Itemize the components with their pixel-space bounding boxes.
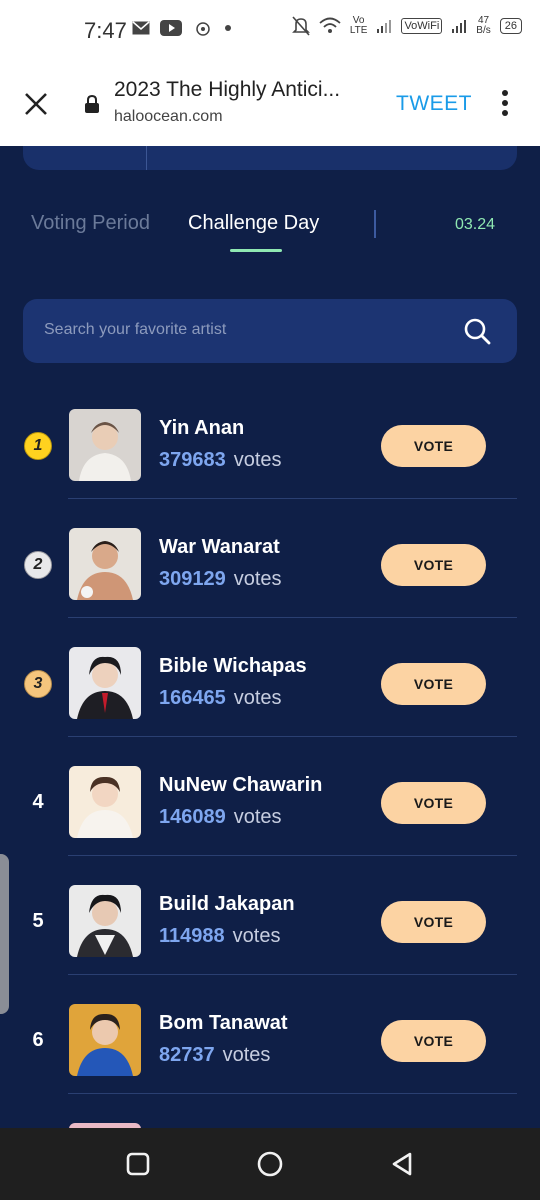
- avatar: [69, 1004, 141, 1076]
- volte-label: Vo LTE: [349, 15, 368, 36]
- artist-name: War Wanarat: [159, 536, 280, 558]
- signal-icon: [377, 20, 392, 33]
- vote-count: 379683 votes: [159, 449, 282, 472]
- page-url: haloocean.com: [114, 108, 223, 125]
- vote-number: 114988: [159, 925, 225, 947]
- vowifi-badge: VoWiFi: [401, 18, 443, 34]
- vote-count: 82737 votes: [159, 1044, 270, 1067]
- vote-count: 166465 votes: [159, 687, 282, 710]
- rank-number: 5: [32, 910, 44, 932]
- vote-number: 166465: [159, 687, 226, 709]
- battery-indicator: 26: [499, 18, 522, 34]
- youtube-icon: [160, 20, 182, 36]
- divider: [68, 1093, 517, 1094]
- votes-word: votes: [233, 449, 282, 471]
- votes-word: votes: [233, 568, 282, 590]
- artist-name: NuNew Chawarin: [159, 774, 323, 796]
- rank-number: 4: [32, 791, 44, 813]
- vote-button[interactable]: VOTE: [381, 544, 486, 586]
- divider: [68, 617, 517, 618]
- list-item: 1 Yin Anan 379683 votes VOTE: [0, 394, 540, 513]
- browser-toolbar: 2023 The Highly Antici... haloocean.com …: [0, 62, 540, 146]
- edge-panel-handle[interactable]: [0, 854, 9, 1014]
- list-item: 2 War Wanarat 309129 votes VOTE: [0, 513, 540, 632]
- search-icon[interactable]: [463, 317, 491, 345]
- wifi-icon: [319, 17, 341, 33]
- tab-challenge-day[interactable]: Challenge Day: [188, 212, 319, 235]
- artist-name: Bible Wichapas: [159, 655, 307, 677]
- lock-icon: [85, 94, 99, 113]
- avatar: [69, 766, 141, 838]
- avatar: [69, 885, 141, 957]
- vote-button[interactable]: VOTE: [381, 901, 486, 943]
- artist-name: Bom Tanawat: [159, 1012, 288, 1034]
- page-title: 2023 The Highly Antici...: [114, 78, 341, 101]
- artist-name: Build Jakapan: [159, 893, 295, 915]
- rank-number: 6: [32, 1029, 44, 1051]
- clock: 7:47: [84, 18, 127, 43]
- vote-button[interactable]: VOTE: [381, 782, 486, 824]
- vote-number: 146089: [159, 806, 226, 828]
- tweet-button[interactable]: TWEET: [396, 92, 472, 116]
- notification-icons: [132, 20, 232, 36]
- votes-word: votes: [233, 806, 282, 828]
- avatar: [69, 647, 141, 719]
- rank-badge-gold: 1: [24, 432, 52, 460]
- list-item: 3 Bible Wichapas 166465 votes VOTE: [0, 632, 540, 751]
- mute-icon: [291, 16, 310, 36]
- mail-icon: [132, 21, 150, 35]
- vote-number: 379683: [159, 449, 226, 471]
- vote-count: 309129 votes: [159, 568, 282, 591]
- rank-badge-silver: 2: [24, 551, 52, 579]
- vote-count: 114988 votes: [159, 925, 280, 948]
- list-item: 4 NuNew Chawarin 146089 votes VOTE: [0, 751, 540, 870]
- votes-word: votes: [233, 687, 282, 709]
- recents-icon[interactable]: [124, 1150, 152, 1178]
- status-bar: 7:47 Vo LTE VoWiFi 47 B/s 26: [0, 0, 540, 62]
- back-icon[interactable]: [388, 1150, 416, 1178]
- avatar: [69, 409, 141, 481]
- active-tab-indicator: [230, 249, 282, 252]
- rank-badge-bronze: 3: [24, 670, 52, 698]
- votes-word: votes: [232, 925, 281, 947]
- vote-button[interactable]: VOTE: [381, 425, 486, 467]
- divider: [68, 498, 517, 499]
- avatar: [69, 528, 141, 600]
- search-input[interactable]: Search your favorite artist: [23, 299, 517, 363]
- home-icon[interactable]: [256, 1150, 284, 1178]
- system-icons: Vo LTE VoWiFi 47 B/s 26: [291, 15, 522, 36]
- divider: [68, 736, 517, 737]
- tab-divider: [374, 210, 376, 238]
- vote-number: 309129: [159, 568, 226, 590]
- more-options-icon[interactable]: [500, 90, 510, 120]
- app-icon: [196, 22, 210, 36]
- speed-unit: B/s: [476, 25, 491, 36]
- system-nav-bar: [0, 1128, 540, 1200]
- list-item: 5 Build Jakapan 114988 votes VOTE: [0, 870, 540, 989]
- vote-number: 82737: [159, 1044, 215, 1066]
- signal-icon-2: [452, 20, 467, 33]
- search-placeholder: Search your favorite artist: [44, 321, 227, 338]
- vote-button[interactable]: VOTE: [381, 1020, 486, 1062]
- banner-card: [23, 146, 517, 170]
- artist-ranking-list: 1 Yin Anan 379683 votes VOTE 2 War Wanara…: [0, 394, 540, 1128]
- challenge-date: 03.24: [455, 216, 496, 233]
- close-icon[interactable]: [22, 90, 50, 118]
- artist-name: Yin Anan: [159, 417, 245, 439]
- page-content: Voting Period Challenge Day 03.24 Search…: [0, 146, 540, 1128]
- tab-voting-period[interactable]: Voting Period: [31, 212, 150, 235]
- period-tabs: Voting Period Challenge Day 03.24: [0, 210, 540, 256]
- votes-word: votes: [222, 1044, 271, 1066]
- list-item: [0, 1108, 540, 1128]
- divider: [68, 974, 517, 975]
- dot-icon: [225, 25, 231, 31]
- list-item: 6 Bom Tanawat 82737 votes VOTE: [0, 989, 540, 1108]
- vote-button[interactable]: VOTE: [381, 663, 486, 705]
- network-speed: 47 B/s: [476, 16, 490, 36]
- vote-count: 146089 votes: [159, 806, 282, 829]
- divider: [68, 855, 517, 856]
